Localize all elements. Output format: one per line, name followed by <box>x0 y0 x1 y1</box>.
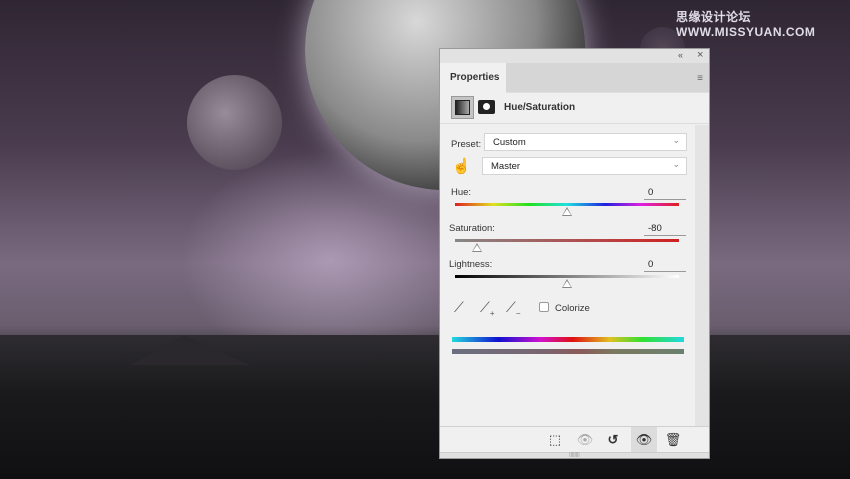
scrollbar[interactable] <box>695 125 709 426</box>
panel-menu-icon[interactable]: ≡ <box>697 73 703 84</box>
ground <box>0 335 850 479</box>
panel-tabs: Properties ≡ <box>440 63 709 93</box>
saturation-slider-thumb[interactable] <box>472 243 483 252</box>
panel-topbar: « × <box>440 49 709 63</box>
visibility-icon[interactable]: 👁 <box>631 427 657 453</box>
lightness-label: Lightness: <box>449 259 493 270</box>
saturation-input[interactable]: -80 <box>644 223 686 236</box>
mask-icon[interactable] <box>478 100 495 114</box>
close-icon[interactable]: × <box>697 49 703 61</box>
saturation-label: Saturation: <box>449 223 495 234</box>
input-color-bar <box>452 337 684 342</box>
resize-grip[interactable]: |||||||| <box>440 452 709 458</box>
output-color-bar <box>452 349 684 354</box>
eyedropper-icon[interactable]: ⟋ <box>454 299 464 316</box>
targeted-adjustment-hand-icon[interactable]: ☝ <box>452 157 471 175</box>
hue-slider-track[interactable] <box>455 203 679 206</box>
eyedropper-add-icon[interactable]: ⟋+ <box>480 299 494 318</box>
watermark: 思缘设计论坛 WWW.MISSYUAN.COM <box>676 10 816 39</box>
view-previous-icon[interactable]: 👁 <box>572 427 598 453</box>
properties-panel: « × Properties ≡ Hue/Saturation Preset: … <box>439 48 710 459</box>
hue-label: Hue: <box>451 187 472 198</box>
adjustment-header: Hue/Saturation <box>440 93 709 124</box>
chevron-down-icon: ⌄ <box>672 159 680 169</box>
lightness-slider-thumb[interactable] <box>562 279 572 288</box>
preset-select[interactable]: Custom ⌄ <box>484 133 687 151</box>
small-planet <box>187 75 282 170</box>
lightness-input[interactable]: 0 <box>644 259 686 272</box>
tab-properties[interactable]: Properties <box>440 63 506 93</box>
saturation-slider-track[interactable] <box>455 239 679 242</box>
collapse-icon[interactable]: « <box>678 50 683 60</box>
channel-value: Master <box>491 161 521 172</box>
preset-value: Custom <box>493 137 526 148</box>
panel-footer: ⬚ 👁 ↺ 👁 🗑 <box>440 426 709 453</box>
preset-label: Preset: <box>451 139 482 150</box>
hue-input[interactable]: 0 <box>644 187 686 200</box>
chevron-down-icon: ⌄ <box>672 135 680 145</box>
adjustment-icon[interactable] <box>451 96 474 119</box>
colorize-checkbox[interactable] <box>539 302 549 312</box>
channel-select[interactable]: Master ⌄ <box>482 157 687 175</box>
eyedropper-subtract-icon[interactable]: ⟋− <box>506 299 520 318</box>
panel-body: Preset: Custom ⌄ ☝ Master ⌄ Hue: 0 Saturat… <box>440 125 696 426</box>
delete-icon[interactable]: 🗑 <box>660 427 686 453</box>
reset-icon[interactable]: ↺ <box>600 427 626 453</box>
adjustment-title: Hue/Saturation <box>504 102 576 113</box>
lightness-slider-track[interactable] <box>455 275 679 278</box>
colorize-label: Colorize <box>555 303 590 314</box>
clip-to-layer-icon[interactable]: ⬚ <box>542 427 568 453</box>
hue-slider-thumb[interactable] <box>562 207 572 216</box>
